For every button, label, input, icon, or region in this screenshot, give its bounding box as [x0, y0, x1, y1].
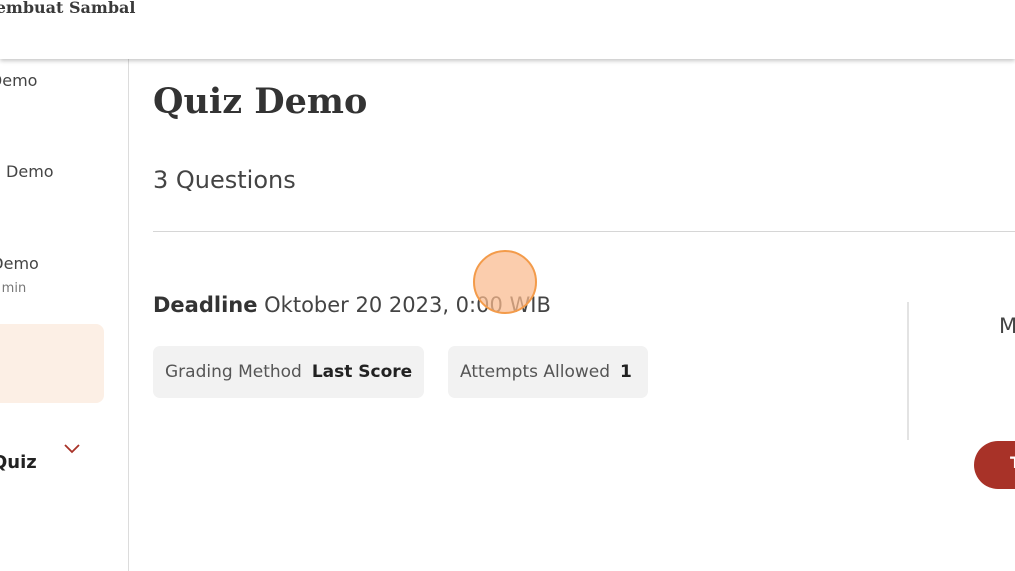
grading-method-value: Last Score — [311, 362, 413, 382]
main-content: Quiz Demo 3 Questions Deadline Oktober 2… — [129, 59, 1015, 571]
top-bar: Membuat Sambal — [0, 0, 1015, 59]
sidebar-item-duration: 10 min — [0, 281, 27, 296]
cursor-indicator — [473, 250, 537, 314]
sidebar-item-reading[interactable]: Reading Demo — [0, 162, 54, 181]
chevron-down-icon[interactable] — [63, 443, 81, 455]
grading-method-label: Grading Method — [165, 362, 302, 382]
attempts-allowed-value: 1 — [620, 362, 632, 382]
grading-method-badge: Grading Method Last Score — [153, 346, 424, 398]
start-quiz-button-label: T — [1010, 453, 1015, 472]
attempts-allowed-badge: Attempts Allowed 1 — [448, 346, 648, 398]
divider — [153, 231, 1015, 232]
vertical-divider — [907, 302, 909, 440]
attempts-allowed-label: Attempts Allowed — [460, 362, 611, 382]
question-count: 3 Questions — [153, 166, 296, 194]
sidebar-item-video[interactable]: Video Demo — [0, 71, 37, 90]
right-panel-text: M — [999, 314, 1015, 338]
course-title: Membuat Sambal — [0, 0, 136, 17]
page-title: Quiz Demo — [153, 81, 368, 122]
sidebar-section-quiz[interactable]: Quiz — [0, 452, 37, 473]
sidebar-item-assignment[interactable]: Assignment Demo — [0, 254, 39, 273]
sidebar: Video Demo Reading Demo Assignment Demo … — [0, 59, 129, 571]
sidebar-item-active[interactable] — [0, 324, 104, 403]
sidebar-item-label: Video Demo — [0, 71, 38, 90]
deadline-label: Deadline — [153, 293, 258, 317]
sidebar-item-label: Reading Demo — [0, 162, 54, 181]
start-quiz-button[interactable]: T — [974, 441, 1015, 489]
sidebar-item-label: Assignment Demo — [0, 254, 39, 273]
